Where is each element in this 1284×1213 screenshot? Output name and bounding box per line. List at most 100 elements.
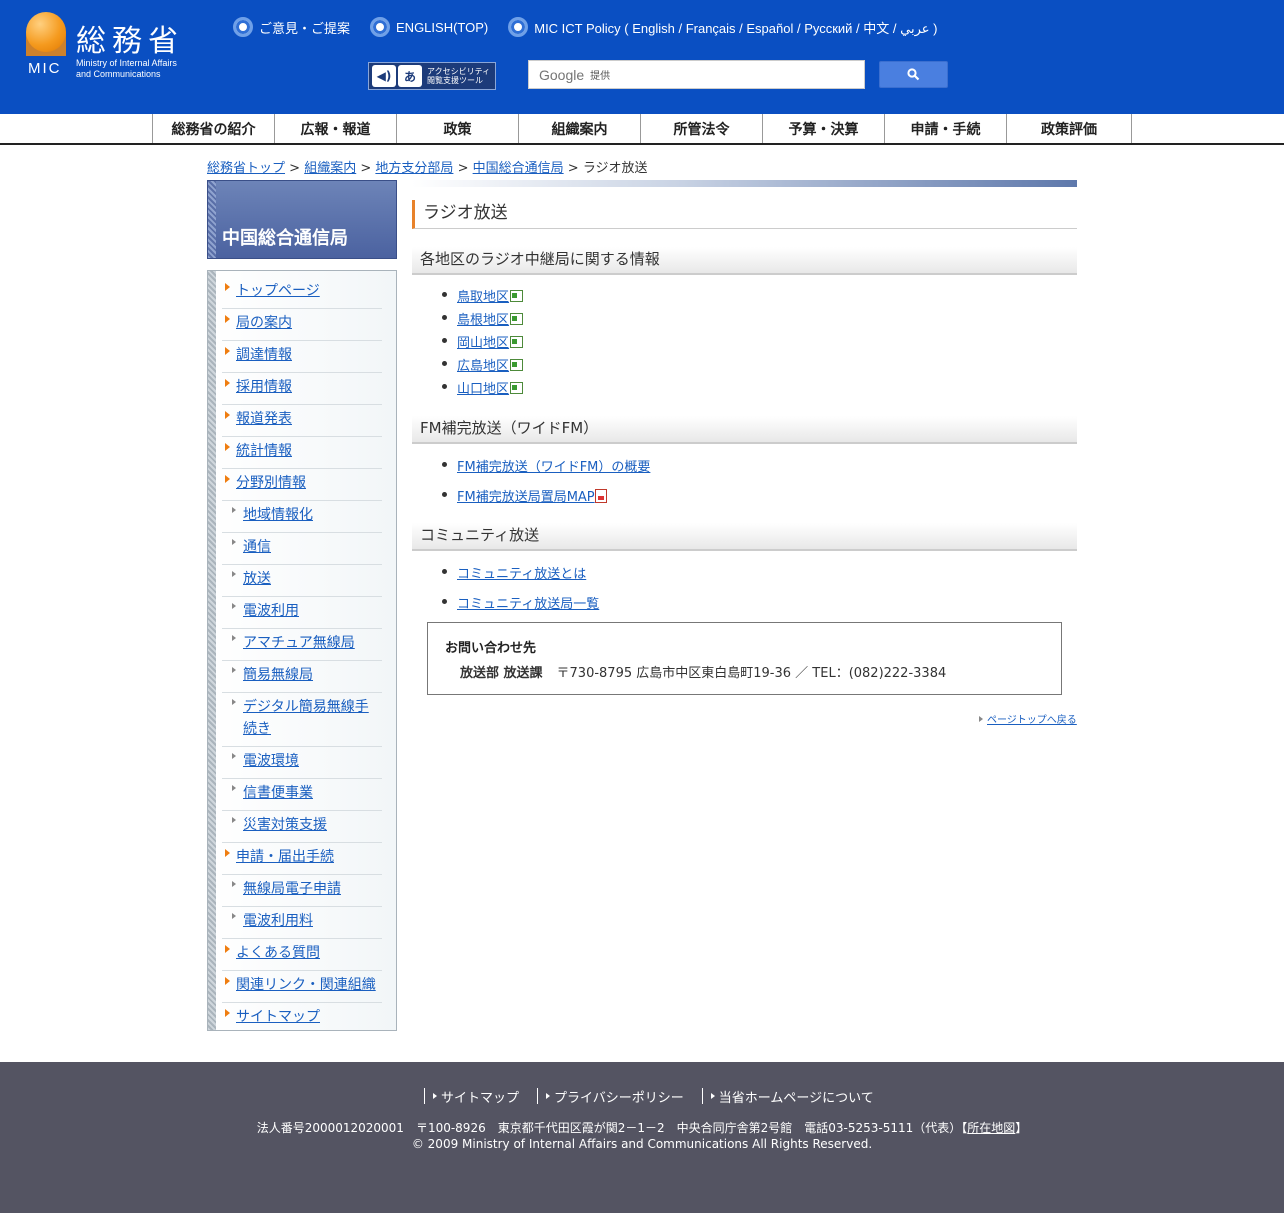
sidebar-subitem-amateur[interactable]: アマチュア無線局 bbox=[222, 629, 382, 661]
mic-logo[interactable]: 総務省 MIC Ministry of Internal Affairs and… bbox=[26, 12, 211, 80]
footer-map-link[interactable]: 所在地図 bbox=[967, 1121, 1015, 1135]
nav-item-press[interactable]: 広報・報道 bbox=[274, 114, 396, 143]
sidebar-item-label[interactable]: 統計情報 bbox=[236, 443, 292, 459]
breadcrumb-sep: > bbox=[289, 161, 301, 176]
sidebar-subitem-simple-radio[interactable]: 簡易無線局 bbox=[222, 661, 382, 693]
sidebar-item-label[interactable]: 信書便事業 bbox=[243, 785, 313, 801]
sidebar-item-label[interactable]: 局の案内 bbox=[236, 315, 292, 331]
sidebar-subitem-letter-delivery[interactable]: 信書便事業 bbox=[222, 779, 382, 811]
sidebar-item-label[interactable]: 調達情報 bbox=[236, 347, 292, 363]
sidebar-item-label[interactable]: サイトマップ bbox=[236, 1009, 320, 1025]
sidebar-item-label[interactable]: 放送 bbox=[243, 571, 271, 587]
sidebar-subitem-telecom[interactable]: 通信 bbox=[222, 533, 382, 565]
header-link-english[interactable]: ENGLISH(TOP) bbox=[370, 17, 488, 37]
nav-item-evaluation[interactable]: 政策評価 bbox=[1006, 114, 1132, 143]
sidebar-subitem-disaster[interactable]: 災害対策支援 bbox=[222, 811, 382, 843]
breadcrumb-sep: > bbox=[360, 161, 372, 176]
link-wide-fm-overview[interactable]: FM補完放送（ワイドFM）の概要 bbox=[457, 460, 650, 475]
sidebar-subitem-e-application[interactable]: 無線局電子申請 bbox=[222, 875, 382, 907]
sidebar-item-label[interactable]: 電波利用料 bbox=[243, 913, 313, 929]
nav-item-budget[interactable]: 予算・決算 bbox=[762, 114, 884, 143]
link-wide-fm-map[interactable]: FM補完放送局置局MAP bbox=[457, 490, 595, 505]
header-link-ict-policy[interactable]: MIC ICT Policy ( English / Français / Es… bbox=[508, 17, 937, 37]
search-button[interactable] bbox=[879, 61, 948, 88]
sidebar-menu: トップページ 局の案内 調達情報 採用情報 報道発表 統計情報 分野別情報 地域… bbox=[207, 270, 397, 1031]
link-okayama[interactable]: 岡山地区 bbox=[457, 336, 509, 351]
sidebar-subitem-radio-fee[interactable]: 電波利用料 bbox=[222, 907, 382, 939]
sidebar-item-fields[interactable]: 分野別情報 bbox=[222, 469, 382, 501]
nav-item-organization[interactable]: 組織案内 bbox=[518, 114, 640, 143]
link-community-list[interactable]: コミュニティ放送局一覧 bbox=[457, 597, 599, 612]
breadcrumb-link-chugoku[interactable]: 中国総合通信局 bbox=[473, 161, 564, 176]
arrow-right-icon bbox=[433, 1093, 437, 1099]
sidebar-item-label[interactable]: 採用情報 bbox=[236, 379, 292, 395]
page-top-link[interactable]: ページトップへ戻る bbox=[979, 711, 1077, 726]
footer-copyright: © 2009 Ministry of Internal Affairs and … bbox=[411, 1137, 873, 1151]
sidebar-item-guide[interactable]: 局の案内 bbox=[222, 309, 382, 341]
breadcrumb-link-regional[interactable]: 地方支分部局 bbox=[375, 161, 453, 176]
sidebar-item-label[interactable]: よくある質問 bbox=[236, 945, 320, 961]
sidebar-item-label[interactable]: アマチュア無線局 bbox=[243, 635, 355, 651]
header-link-label: ENGLISH(TOP) bbox=[396, 19, 489, 35]
sidebar-item-statistics[interactable]: 統計情報 bbox=[222, 437, 382, 469]
link-community-about[interactable]: コミュニティ放送とは bbox=[457, 567, 586, 582]
sidebar-subitem-radio-use[interactable]: 電波利用 bbox=[222, 597, 382, 629]
accessibility-label-line1: アクセシビリティ bbox=[427, 67, 491, 76]
page-top-label[interactable]: ページトップへ戻る bbox=[987, 715, 1077, 726]
footer-link-about-site[interactable]: 当省ホームページについて bbox=[701, 1088, 892, 1106]
footer-link-sitemap[interactable]: サイトマップ bbox=[424, 1088, 537, 1106]
nav-item-laws[interactable]: 所管法令 bbox=[640, 114, 762, 143]
nav-item-about[interactable]: 総務省の紹介 bbox=[152, 114, 274, 143]
sidebar-item-press[interactable]: 報道発表 bbox=[222, 405, 382, 437]
header-links: ご意見・ご提案 ENGLISH(TOP) MIC ICT Policy ( En… bbox=[233, 17, 957, 37]
sidebar-item-label[interactable]: 通信 bbox=[243, 539, 271, 555]
link-yamaguchi[interactable]: 山口地区 bbox=[457, 382, 509, 397]
sidebar-item-links[interactable]: 関連リンク・関連組織 bbox=[222, 971, 382, 1003]
global-nav: 総務省の紹介 広報・報道 政策 組織案内 所管法令 予算・決算 申請・手続 政策… bbox=[0, 114, 1284, 145]
sidebar-item-label[interactable]: トップページ bbox=[236, 283, 320, 299]
community-list: コミュニティ放送とは コミュニティ放送局一覧 bbox=[441, 563, 599, 616]
link-tottori[interactable]: 鳥取地区 bbox=[457, 290, 509, 305]
link-shimane[interactable]: 島根地区 bbox=[457, 313, 509, 328]
accessibility-tool-button[interactable]: ◀) あ アクセシビリティ 閲覧支援ツール bbox=[368, 62, 496, 90]
sidebar-item-procurement[interactable]: 調達情報 bbox=[222, 341, 382, 373]
sidebar-item-label[interactable]: 申請・届出手続 bbox=[236, 849, 334, 865]
sidebar-item-applications[interactable]: 申請・届出手続 bbox=[222, 843, 382, 875]
sidebar-item-label[interactable]: 無線局電子申請 bbox=[243, 881, 341, 897]
footer-link-label: サイトマップ bbox=[441, 1090, 520, 1106]
search-input[interactable]: Google 提供 bbox=[528, 60, 865, 89]
sidebar-subitem-radio-env[interactable]: 電波環境 bbox=[222, 747, 382, 779]
arrow-right-icon bbox=[225, 475, 230, 483]
sidebar-subitem-regional-info[interactable]: 地域情報化 bbox=[222, 501, 382, 533]
sidebar-item-recruit[interactable]: 採用情報 bbox=[222, 373, 382, 405]
list-item: 島根地区 bbox=[441, 309, 524, 332]
sidebar-subitem-broadcast[interactable]: 放送 bbox=[222, 565, 382, 597]
sidebar-item-label[interactable]: 地域情報化 bbox=[243, 507, 313, 523]
sidebar-item-label[interactable]: 簡易無線局 bbox=[243, 667, 313, 683]
list-item: 岡山地区 bbox=[441, 332, 524, 355]
contact-dept: 放送部 放送課 bbox=[460, 666, 543, 681]
relay-station-list: 鳥取地区 島根地区 岡山地区 広島地区 山口地区 bbox=[441, 286, 524, 401]
sidebar-item-label[interactable]: 電波環境 bbox=[243, 753, 299, 769]
breadcrumb-link-top[interactable]: 総務省トップ bbox=[207, 161, 285, 176]
footer-link-privacy[interactable]: プライバシーポリシー bbox=[537, 1088, 702, 1106]
sidebar-item-top[interactable]: トップページ bbox=[222, 277, 382, 309]
footer-link-label: 当省ホームページについて bbox=[718, 1090, 874, 1106]
sidebar-subitem-digital-radio[interactable]: デジタル簡易無線手続き bbox=[222, 693, 382, 747]
sidebar-item-label[interactable]: 分野別情報 bbox=[236, 475, 306, 491]
search-brand: Google bbox=[539, 66, 585, 83]
breadcrumb-link-organization[interactable]: 組織案内 bbox=[304, 161, 356, 176]
sidebar-item-label[interactable]: 電波利用 bbox=[243, 603, 299, 619]
sidebar-item-label[interactable]: 報道発表 bbox=[236, 411, 292, 427]
sidebar-item-label[interactable]: デジタル簡易無線手続き bbox=[243, 699, 369, 737]
link-hiroshima[interactable]: 広島地区 bbox=[457, 359, 509, 374]
sidebar-item-label[interactable]: 関連リンク・関連組織 bbox=[236, 977, 376, 993]
nav-item-policy[interactable]: 政策 bbox=[396, 114, 518, 143]
arrow-right-icon bbox=[232, 699, 236, 705]
header-link-feedback[interactable]: ご意見・ご提案 bbox=[233, 17, 350, 37]
nav-item-applications[interactable]: 申請・手続 bbox=[884, 114, 1006, 143]
footer-address: 法人番号2000012020001 〒100-8926 東京都千代田区霞が関2－… bbox=[256, 1121, 1028, 1135]
sidebar-item-faq[interactable]: よくある質問 bbox=[222, 939, 382, 971]
sidebar-item-sitemap[interactable]: サイトマップ bbox=[222, 1003, 382, 1029]
sidebar-item-label[interactable]: 災害対策支援 bbox=[243, 817, 327, 833]
